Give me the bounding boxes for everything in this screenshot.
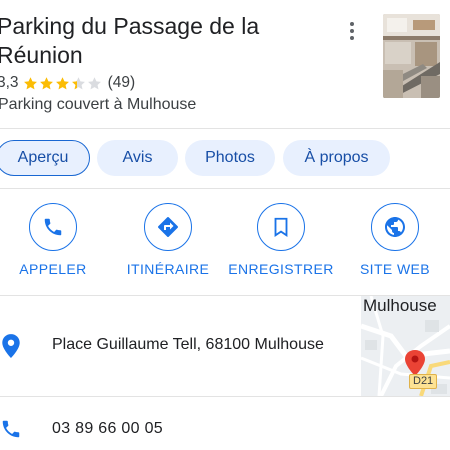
star-empty-icon — [87, 76, 101, 89]
phone-row[interactable]: 03 89 66 00 05 — [0, 406, 450, 450]
tab-photos[interactable]: Photos — [185, 140, 275, 176]
save-button-label: ENREGISTRER — [228, 261, 334, 277]
place-title: Parking du Passage de la Réunion — [0, 13, 260, 68]
map-road-label: D21 — [409, 374, 438, 389]
website-button[interactable]: SITE WEB — [340, 203, 450, 281]
phone-icon — [2, 420, 20, 438]
tab-avis[interactable]: Avis — [97, 140, 178, 176]
map-city-label: Mulhouse — [363, 296, 437, 315]
directions-icon — [158, 217, 178, 237]
tab-bar: Aperçu Avis Photos À propos — [0, 140, 450, 177]
tab-a-propos[interactable]: À propos — [283, 140, 390, 176]
call-button-label: APPELER — [19, 261, 87, 277]
tab-apercu[interactable]: Aperçu — [0, 140, 90, 176]
directions-button-label: ITINÉRAIRE — [126, 261, 210, 277]
star-full-icon — [39, 76, 53, 89]
divider — [0, 188, 450, 189]
bookmark-icon — [274, 217, 288, 237]
save-button[interactable]: ENREGISTRER — [226, 203, 336, 281]
star-full-icon — [23, 76, 37, 89]
rating-stars — [23, 76, 103, 91]
rating-row[interactable]: 3,3 (49) — [0, 73, 135, 93]
website-button-label: SITE WEB — [359, 261, 431, 277]
place-category: Parking couvert à Mulhouse — [0, 96, 197, 113]
star-partial-icon — [71, 76, 85, 89]
location-pin-icon — [2, 334, 20, 358]
rating-value: 3,3 — [0, 74, 19, 91]
phone-icon — [44, 218, 62, 236]
call-button[interactable]: APPELER — [0, 203, 108, 281]
address-row[interactable]: Place Guillaume Tell, 68100 Mulhouse Mul… — [0, 296, 450, 396]
directions-button[interactable]: ITINÉRAIRE — [113, 203, 223, 281]
review-count: (49) — [107, 74, 136, 91]
divider — [0, 128, 450, 129]
more-options-icon[interactable] — [345, 20, 359, 42]
place-header: Parking du Passage de la Réunion 3,3 (49… — [0, 0, 450, 128]
place-photo-thumbnail[interactable] — [383, 14, 440, 98]
action-buttons: APPELER ITINÉRAIRE ENREGISTRER SITE WEB — [0, 203, 450, 283]
globe-icon — [385, 217, 405, 237]
map-thumbnail[interactable]: Mulhouse D21 — [361, 296, 450, 396]
address-text: Place Guillaume Tell, 68100 Mulhouse — [52, 336, 324, 353]
divider — [0, 396, 450, 397]
star-full-icon — [55, 76, 69, 89]
phone-number: 03 89 66 00 05 — [52, 420, 163, 437]
